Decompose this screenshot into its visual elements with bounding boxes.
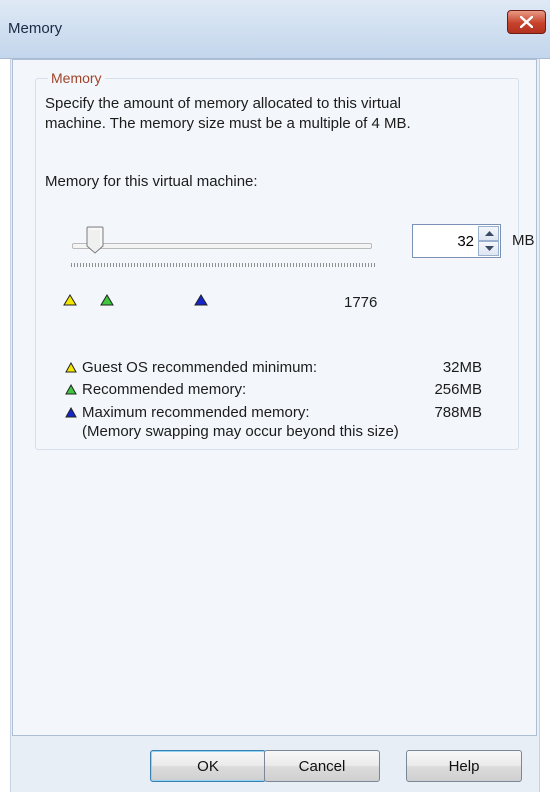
memory-slider-thumb[interactable] xyxy=(86,226,104,254)
chevron-up-icon xyxy=(485,231,494,236)
title-bar: Memory xyxy=(0,0,550,59)
swapping-note: (Memory swapping may occur beyond this s… xyxy=(82,423,399,440)
legend-min-value: 32MB xyxy=(442,359,482,376)
memory-label: Memory for this virtual machine: xyxy=(45,173,258,190)
legend-min-label: Guest OS recommended minimum: xyxy=(82,359,318,376)
spinner-down-button[interactable] xyxy=(478,241,499,256)
yellow-triangle-icon xyxy=(63,294,77,306)
chevron-down-icon xyxy=(485,246,494,251)
cancel-button[interactable]: Cancel xyxy=(264,750,380,782)
memory-spinner[interactable]: 32 xyxy=(412,224,501,258)
dialog-client-area: Memory Specify the amount of memory allo… xyxy=(10,59,540,792)
description-text-line2: machine. The memory size must be a multi… xyxy=(45,115,411,132)
window-title: Memory xyxy=(8,20,63,37)
close-button[interactable] xyxy=(507,10,546,34)
legend-max-label: Maximum recommended memory: xyxy=(82,404,310,421)
description-text-line1: Specify the amount of memory allocated t… xyxy=(45,95,402,112)
green-triangle-icon xyxy=(100,294,114,306)
legend-recommended-label: Recommended memory: xyxy=(82,381,247,398)
settings-panel: Memory Specify the amount of memory allo… xyxy=(12,59,537,736)
spinner-up-button[interactable] xyxy=(478,226,499,241)
close-icon xyxy=(520,16,533,28)
ok-button[interactable]: OK xyxy=(150,750,266,782)
memory-spinner-value[interactable]: 32 xyxy=(457,233,474,250)
help-button[interactable]: Help xyxy=(406,750,522,782)
memory-groupbox: Memory Specify the amount of memory allo… xyxy=(35,70,535,450)
memory-slider-track[interactable] xyxy=(72,243,372,249)
legend-recommended-value: 256MB xyxy=(434,381,482,398)
memory-dialog: Memory Memory Specify the amount of memo… xyxy=(0,0,550,801)
memory-unit-label: MB xyxy=(512,232,535,249)
yellow-triangle-icon xyxy=(65,362,77,373)
blue-triangle-icon xyxy=(194,294,208,306)
green-triangle-icon xyxy=(65,384,77,395)
legend-max-value: 788MB xyxy=(434,404,482,421)
blue-triangle-icon xyxy=(65,407,77,418)
slider-tick-marks xyxy=(71,263,375,267)
groupbox-title: Memory xyxy=(48,70,105,86)
slider-max-label: 1776 xyxy=(344,294,378,311)
